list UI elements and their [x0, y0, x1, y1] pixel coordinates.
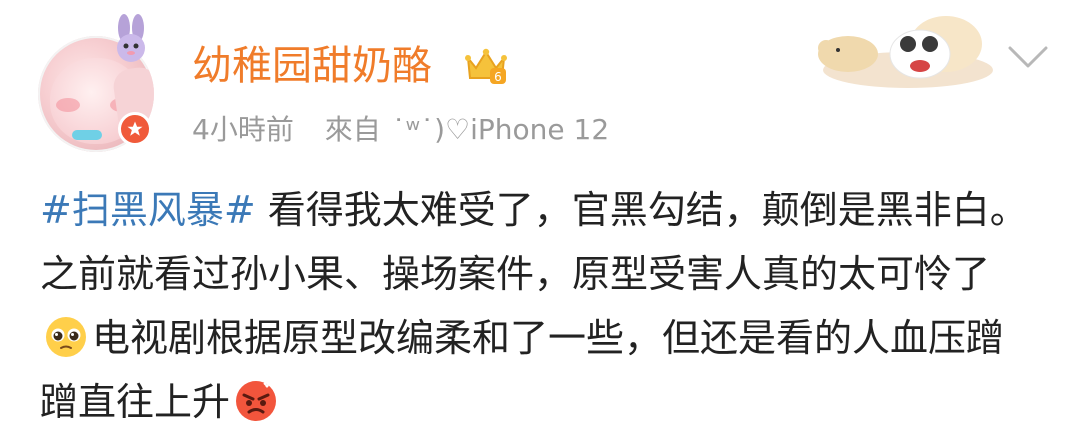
source-device[interactable]: ˙ʷ˙)♡iPhone 12 — [392, 113, 610, 146]
decorative-sticker-icon — [818, 16, 993, 88]
source-label: 來自 — [324, 113, 381, 146]
avatar-spoon — [72, 130, 102, 140]
username[interactable]: 幼稚园甜奶酪 — [192, 42, 432, 90]
hashtag-link[interactable]: #扫黑风暴# — [40, 188, 256, 232]
post-body: #扫黑风暴# 看得我太难受了，官黑勾结，颠倒是黑非白。之前就看过孙小果、操场案件… — [40, 178, 1040, 434]
post-text-part2: 电视剧根据原型改编柔和了一些，但还是看的人血压蹭蹭直往上升 — [40, 316, 1005, 424]
pleading-face-icon — [46, 317, 86, 357]
bunny-decoration-icon — [117, 14, 145, 62]
chevron-down-icon[interactable] — [1004, 38, 1052, 74]
avatar-cheek-left — [56, 98, 80, 112]
member-crown-icon: 6 — [465, 48, 507, 84]
post-meta: 4小時前 來自 ˙ʷ˙)♡iPhone 12 — [192, 110, 609, 150]
verified-badge-icon — [118, 112, 152, 146]
member-level: 6 — [494, 70, 502, 84]
angry-face-icon — [236, 381, 277, 421]
post-time: 4小時前 — [192, 113, 294, 146]
